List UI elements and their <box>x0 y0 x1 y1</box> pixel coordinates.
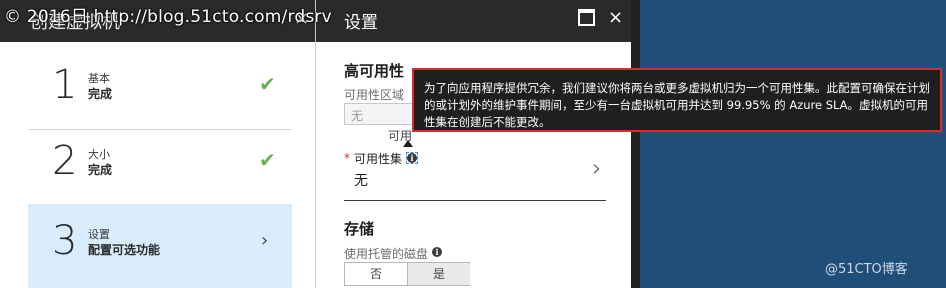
checkmark-icon: ✔ <box>259 148 276 172</box>
step-number: 2 <box>52 138 78 184</box>
blade-header: 设置 × <box>316 0 631 42</box>
step-name: 设置 <box>88 228 110 241</box>
section-heading-ha: 高可用性 <box>344 62 405 80</box>
maximize-icon[interactable] <box>578 9 595 26</box>
availability-zone-label: 可用性区域 <box>344 88 405 102</box>
info-tooltip: 为了向应用程序提供冗余，我们建议你将两台或更多虚拟机归为一个可用性集。此配置可确… <box>412 68 942 132</box>
step-settings[interactable]: 3 设置 配置可选功能 › <box>28 204 292 288</box>
availability-set-field[interactable]: * 可用性集 i 无 › <box>344 150 606 202</box>
info-icon[interactable]: i <box>407 153 417 163</box>
dashboard-background <box>640 0 946 288</box>
blade-divider <box>631 0 640 288</box>
chevron-right-icon: › <box>592 154 602 182</box>
close-icon[interactable]: × <box>608 7 623 28</box>
step-basics[interactable]: 1 基本 完成 ✔ <box>28 48 292 130</box>
step-number: 1 <box>52 62 78 108</box>
toggle-option-no[interactable]: 否 <box>345 263 407 285</box>
watermark-top: © 2016日 http://blog.51cto.com/rdsrv <box>4 7 332 27</box>
step-status: 完成 <box>88 163 113 177</box>
availability-set-label: 可用性集 <box>354 152 403 166</box>
availability-zone-value: 无 <box>351 109 364 123</box>
watermark-bottom: @51CTO博客 <box>825 262 908 277</box>
step-name: 大小 <box>88 148 110 161</box>
chevron-right-icon: › <box>261 230 269 251</box>
step-size[interactable]: 2 大小 完成 ✔ <box>28 124 292 206</box>
section-heading-storage: 存储 <box>344 220 375 238</box>
settings-blade: 设置 × 高可用性 可用性区域 无 可用 * 可用性集 i 无 › 存储 使用托… <box>316 0 631 288</box>
availability-set-value: 无 <box>354 173 368 189</box>
required-marker: * <box>344 151 350 165</box>
blade-title: 设置 <box>344 13 378 33</box>
info-icon[interactable]: i <box>432 247 442 257</box>
tooltip-arrow <box>403 140 413 147</box>
create-vm-blade: 创建虚拟机 × 1 基本 完成 ✔ 2 大小 完成 ✔ 3 设置 配置可选功能 … <box>0 0 316 288</box>
step-number: 3 <box>52 218 78 264</box>
managed-disk-toggle[interactable]: 否 是 <box>344 262 470 286</box>
managed-disk-label: 使用托管的磁盘 <box>344 247 429 261</box>
divider <box>344 200 606 201</box>
checkmark-icon: ✔ <box>259 72 276 96</box>
tooltip-text: 为了向应用程序提供冗余，我们建议你将两台或更多虚拟机归为一个可用性集。此配置可确… <box>424 81 930 129</box>
step-status: 配置可选功能 <box>88 243 161 257</box>
toggle-option-yes[interactable]: 是 <box>407 263 470 285</box>
step-name: 基本 <box>88 72 110 85</box>
step-status: 完成 <box>88 87 113 101</box>
